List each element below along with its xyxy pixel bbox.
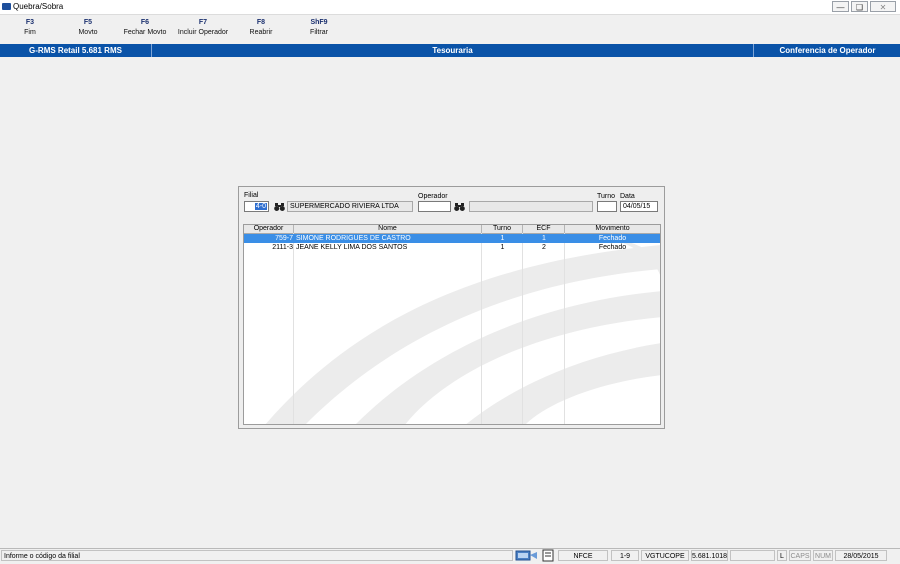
incluir-operador-button[interactable]: F7 Incluir Operador xyxy=(173,19,233,36)
column-operador[interactable]: Operador xyxy=(244,225,294,233)
watermark-logo-icon xyxy=(265,237,660,424)
data-input[interactable]: 04/05/15 xyxy=(620,201,658,212)
fim-key: F3 xyxy=(25,19,35,26)
row-nome: JEANE KELLY LIMA DOS SANTOS xyxy=(296,244,408,251)
module-title: Tesouraria xyxy=(432,46,473,55)
row-ecf: 1 xyxy=(542,235,546,242)
reabrir-key: F8 xyxy=(256,19,266,26)
movto-label: Movto xyxy=(78,29,98,36)
document-icon xyxy=(542,549,554,562)
screen-title: Conferencia de Operador xyxy=(753,44,900,57)
network-icon xyxy=(515,549,539,562)
row-movimento: Fechado xyxy=(598,244,627,251)
reabrir-label: Reabrir xyxy=(249,29,273,36)
conferencia-panel: Filial 4-0 SUPERMERCADO RIVIERA LTDA Ope… xyxy=(238,186,665,429)
movto-button[interactable]: F5 Movto xyxy=(58,19,118,36)
column-turno[interactable]: Turno xyxy=(482,225,523,233)
row-ecf: 2 xyxy=(542,244,546,251)
operador-name-field xyxy=(469,201,593,212)
status-range: 1-9 xyxy=(611,550,639,561)
filtrar-key: ShF9 xyxy=(310,19,328,26)
column-movimento[interactable]: Movimento xyxy=(565,225,660,233)
title-bar: Quebra/Sobra — ❑ ✕ xyxy=(0,0,900,15)
grid-divider xyxy=(481,233,482,424)
function-key-toolbar: F3 Fim F5 Movto F6 Fechar Movto F7 Inclu… xyxy=(0,15,900,43)
filtrar-button[interactable]: ShF9 Filtrar xyxy=(289,19,349,36)
fim-button[interactable]: F3 Fim xyxy=(0,19,60,36)
filial-code-input[interactable]: 4-0 xyxy=(244,201,269,212)
row-operador: 759-7 xyxy=(275,235,293,242)
turno-input[interactable] xyxy=(597,201,617,212)
status-message: Informe o código da filial xyxy=(1,550,513,561)
status-program: VGTUCOPE xyxy=(641,550,689,561)
grid-divider xyxy=(522,233,523,424)
row-movimento: Fechado xyxy=(598,235,627,242)
reabrir-button[interactable]: F8 Reabrir xyxy=(231,19,291,36)
turno-label: Turno xyxy=(597,193,616,200)
app-version-label: G-RMS Retail 5.681 RMS xyxy=(0,44,152,57)
grid-divider xyxy=(564,233,565,424)
filial-search-icon[interactable] xyxy=(274,202,285,212)
operadores-grid[interactable]: Operador Nome Turno ECF Movimento 759-7 … xyxy=(243,224,661,425)
row-turno: 1 xyxy=(500,244,505,251)
status-caps: CAPS xyxy=(789,550,811,561)
fechar-movto-label: Fechar Movto xyxy=(123,29,167,36)
status-date: 28/05/2015 xyxy=(835,550,887,561)
table-row[interactable]: 759-7 SIMONE RODRIGUES DE CASTRO 1 1 Fec… xyxy=(244,234,660,243)
header-bar: G-RMS Retail 5.681 RMS Tesouraria Confer… xyxy=(0,44,900,57)
row-nome: SIMONE RODRIGUES DE CASTRO xyxy=(296,235,411,242)
data-label: Data xyxy=(620,193,635,200)
filial-label: Filial xyxy=(244,192,259,199)
status-bar: Informe o código da filial NFCE 1-9 VGTU… xyxy=(0,548,900,563)
minimize-icon[interactable]: — xyxy=(832,1,849,12)
fechar-movto-button[interactable]: F6 Fechar Movto xyxy=(115,19,175,36)
filial-code-value: 4-0 xyxy=(254,203,267,210)
column-ecf[interactable]: ECF xyxy=(523,225,565,233)
restore-icon[interactable]: ❑ xyxy=(851,1,868,12)
window-title: Quebra/Sobra xyxy=(13,2,64,11)
row-turno: 1 xyxy=(500,235,505,242)
app-icon xyxy=(2,3,11,10)
status-l-flag: L xyxy=(777,550,787,561)
close-icon[interactable]: ✕ xyxy=(870,1,896,12)
movto-key: F5 xyxy=(83,19,93,26)
incluir-operador-label: Incluir Operador xyxy=(177,29,229,36)
incluir-operador-key: F7 xyxy=(198,19,208,26)
column-nome[interactable]: Nome xyxy=(294,225,482,233)
window-controls: — ❑ ✕ xyxy=(832,1,896,12)
operador-label: Operador xyxy=(418,193,448,200)
status-blank xyxy=(730,550,775,561)
grid-divider xyxy=(293,233,294,424)
fim-label: Fim xyxy=(24,29,36,36)
grid-header: Operador Nome Turno ECF Movimento xyxy=(244,225,660,234)
fechar-movto-key: F6 xyxy=(140,19,150,26)
operador-search-icon[interactable] xyxy=(454,202,465,212)
row-operador: 2111-3 xyxy=(272,244,293,251)
status-version: 5.681.1018 xyxy=(691,550,728,561)
status-mode: NFCE xyxy=(558,550,608,561)
filtrar-label: Filtrar xyxy=(310,29,328,36)
table-row[interactable]: 2111-3 JEANE KELLY LIMA DOS SANTOS 1 2 F… xyxy=(244,243,660,252)
operador-code-input[interactable] xyxy=(418,201,451,212)
filial-name-field: SUPERMERCADO RIVIERA LTDA xyxy=(287,201,413,212)
status-num: NUM xyxy=(813,550,833,561)
